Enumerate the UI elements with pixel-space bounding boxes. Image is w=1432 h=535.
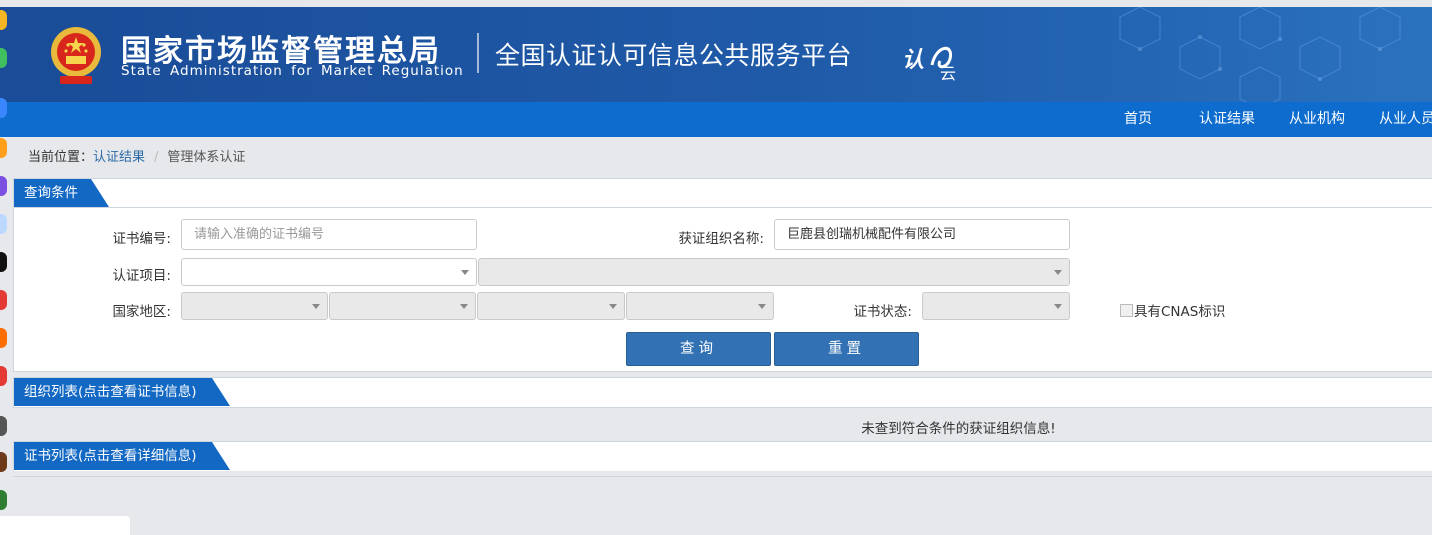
region-select-province[interactable] [329, 292, 476, 320]
cert-no-label: 证书编号: [112, 231, 171, 247]
breadcrumb-current: 管理体系认证 [167, 150, 246, 165]
cnas-filter: 具有CNAS标识 [1120, 300, 1225, 320]
chevron-down-icon [609, 304, 617, 309]
cert-list-header: 证书列表(点击查看详细信息) [14, 442, 1432, 471]
nav-item-practitioners[interactable]: 从业人员 [1379, 102, 1432, 137]
project-select-secondary[interactable] [478, 258, 1070, 286]
national-emblem-icon [51, 27, 101, 84]
app-dock-strip [0, 0, 7, 535]
cnas-label: 具有CNAS标识 [1134, 304, 1226, 320]
org-name-input[interactable]: 巨鹿县创瑞机械配件有限公司 [774, 219, 1070, 250]
region-label: 国家地区: [112, 304, 171, 320]
breadcrumb-separator: / [154, 150, 159, 165]
breadcrumb-link-cert-results[interactable]: 认证结果 [93, 150, 145, 165]
org-list-empty-message: 未查到符合条件的获证组织信息! [861, 421, 1056, 437]
query-section-tab: 查询条件 [14, 179, 109, 207]
cert-list-panel: 证书列表(点击查看详细信息) [13, 441, 1432, 471]
svg-text:认: 认 [902, 48, 924, 73]
svg-text:云: 云 [940, 64, 956, 81]
renyun-logo: 认 云 [902, 47, 956, 81]
region-select-country[interactable] [181, 292, 328, 320]
header-divider [477, 33, 479, 73]
chevron-down-icon [460, 304, 468, 309]
search-button[interactable]: 查询 [626, 332, 771, 366]
nav-item-institutions[interactable]: 从业机构 [1289, 102, 1345, 137]
corner-card [0, 516, 130, 535]
header-banner: 国家市场监督管理总局 State Administration for Mark… [0, 7, 1432, 102]
chevron-down-icon [758, 304, 766, 309]
main-nav: 首页 认证结果 从业机构 从业人员 [0, 102, 1432, 137]
cnas-checkbox[interactable] [1120, 304, 1133, 317]
chevron-down-icon [461, 270, 469, 275]
platform-title: 全国认证认可信息公共服务平台 [495, 41, 853, 70]
nav-item-cert-results[interactable]: 认证结果 [1199, 102, 1255, 137]
region-select-city[interactable] [477, 292, 625, 320]
org-list-tab: 组织列表(点击查看证书信息) [14, 378, 230, 406]
region-select-district[interactable] [626, 292, 774, 320]
reset-button[interactable]: 重置 [774, 332, 919, 366]
cert-list-tab: 证书列表(点击查看详细信息) [14, 442, 230, 470]
chevron-down-icon [312, 304, 320, 309]
query-panel-header: 查询条件 [14, 179, 1432, 208]
status-label: 证书状态: [853, 304, 912, 320]
hexagon-pattern-decoration [1119, 7, 1401, 102]
org-list-header: 组织列表(点击查看证书信息) [14, 378, 1432, 407]
org-name-label: 获证组织名称: [678, 231, 764, 247]
nav-item-home[interactable]: 首页 [1124, 102, 1152, 137]
org-list-panel: 组织列表(点击查看证书信息) [13, 377, 1432, 408]
breadcrumb-prefix: 当前位置： [28, 150, 94, 165]
breadcrumb: 当前位置：认证结果 / 管理体系认证 [28, 146, 245, 165]
content-bottom-divider [13, 476, 1432, 477]
project-select-primary[interactable] [181, 258, 477, 286]
chevron-down-icon [1054, 304, 1062, 309]
cert-no-input[interactable] [181, 219, 477, 250]
chevron-down-icon [1054, 270, 1062, 275]
project-label: 认证项目: [112, 268, 171, 284]
org-name-english: State Administration for Market Regulati… [121, 63, 464, 79]
status-select[interactable] [922, 292, 1070, 320]
